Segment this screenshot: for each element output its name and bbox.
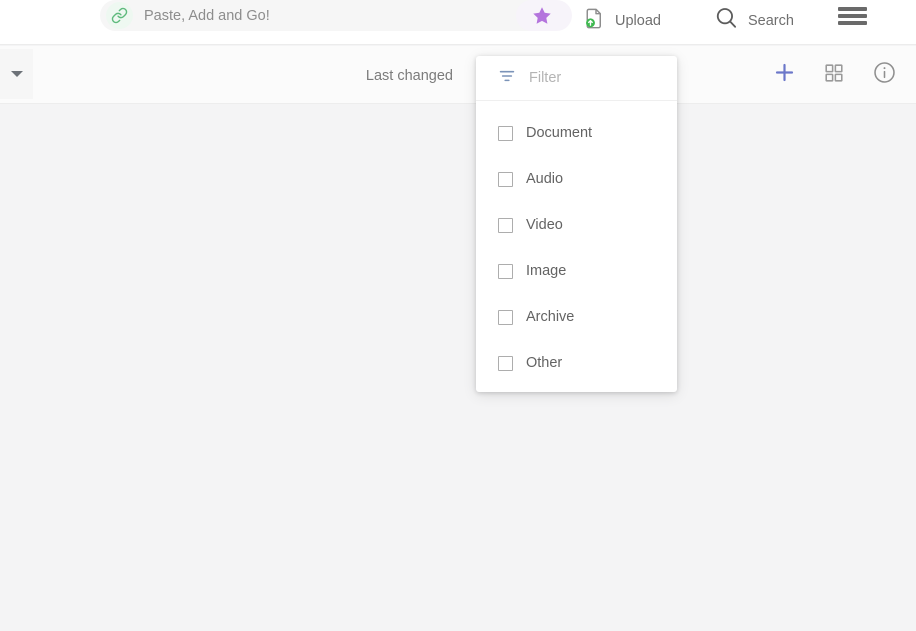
filter-dropdown-panel: Filter Document Audio Video Image Archiv…	[476, 56, 677, 392]
search-icon	[713, 5, 739, 36]
filter-option-label: Archive	[526, 309, 575, 325]
filter-option-video[interactable]: Video	[476, 202, 677, 248]
filter-option-archive[interactable]: Archive	[476, 294, 677, 340]
filter-option-document[interactable]: Document	[476, 110, 677, 156]
filter-option-label: Audio	[526, 171, 564, 187]
filter-icon	[498, 67, 516, 90]
collapse-toggle[interactable]	[0, 49, 33, 99]
info-circle-icon	[872, 60, 897, 90]
search-label: Search	[748, 12, 794, 29]
chevron-down-icon	[10, 71, 23, 77]
search-button[interactable]: Search	[713, 0, 794, 43]
filter-option-label: Other	[526, 355, 563, 371]
checkbox[interactable]	[498, 263, 513, 279]
checkbox[interactable]	[498, 355, 513, 371]
plus-icon	[772, 60, 797, 90]
hamburger-bar	[838, 21, 867, 25]
toolbar-actions	[770, 46, 898, 104]
hamburger-menu-icon[interactable]	[838, 5, 868, 27]
checkbox[interactable]	[498, 217, 513, 233]
upload-label: Upload	[615, 12, 661, 29]
info-button[interactable]	[870, 61, 898, 89]
checkbox[interactable]	[498, 171, 513, 187]
file-list-content-area	[0, 105, 916, 631]
checkbox[interactable]	[498, 125, 513, 141]
filter-option-audio[interactable]: Audio	[476, 156, 677, 202]
top-bar: Paste, Add and Go! Upload Search	[0, 0, 916, 45]
checkbox[interactable]	[498, 309, 513, 325]
paste-add-go-button[interactable]: Paste, Add and Go!	[100, 0, 560, 31]
grid-view-button[interactable]	[820, 61, 848, 89]
filter-header-label: Filter	[529, 70, 562, 86]
filter-option-label: Image	[526, 263, 567, 279]
hamburger-bar	[838, 14, 867, 18]
hamburger-bar	[838, 7, 867, 11]
filter-options-list: Document Audio Video Image Archive Other	[476, 101, 677, 386]
filter-option-label: Video	[526, 217, 563, 233]
add-button[interactable]	[770, 61, 798, 89]
filter-option-other[interactable]: Other	[476, 340, 677, 386]
paste-add-go-label: Paste, Add and Go!	[144, 7, 270, 24]
upload-file-icon	[581, 6, 606, 36]
link-icon	[106, 2, 133, 29]
sub-toolbar: Last changed	[0, 46, 916, 104]
filter-header[interactable]: Filter	[476, 56, 677, 101]
filter-option-label: Document	[526, 125, 593, 141]
upload-button[interactable]: Upload	[581, 0, 661, 43]
filter-option-image[interactable]: Image	[476, 248, 677, 294]
grid-view-icon	[823, 62, 845, 89]
sort-label[interactable]: Last changed	[366, 68, 453, 84]
star-icon[interactable]	[531, 5, 553, 32]
